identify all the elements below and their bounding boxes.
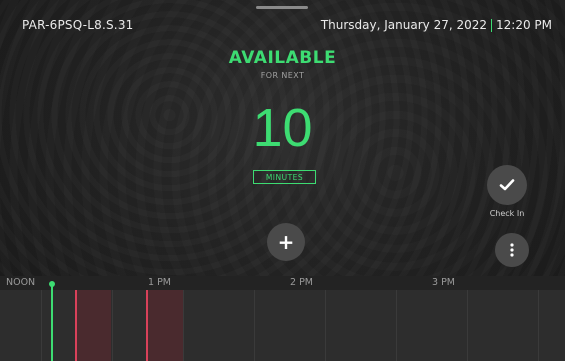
current-date: Thursday, January 27, 2022: [320, 18, 487, 32]
check-icon: [499, 179, 515, 191]
plus-icon: +: [277, 230, 295, 254]
current-time-indicator: [51, 284, 53, 361]
timeline-gridline: [183, 290, 184, 361]
more-options-button[interactable]: [495, 233, 529, 267]
schedule-timeline[interactable]: NOON 1 PM 2 PM 3 PM: [0, 276, 565, 361]
busy-block[interactable]: [76, 290, 111, 361]
timeline-gridline: [396, 290, 397, 361]
timeline-gridline: [112, 290, 113, 361]
room-display-screen: PAR-6PSQ-L8.S.31 Thursday, January 27, 2…: [0, 0, 565, 361]
check-in-button[interactable]: [487, 165, 527, 205]
room-name: PAR-6PSQ-L8.S.31: [22, 18, 134, 32]
for-next-label: FOR NEXT: [260, 71, 305, 80]
busy-block-start-marker: [75, 290, 77, 361]
availability-status: AVAILABLE: [228, 48, 337, 68]
timeline-label-2pm: 2 PM: [290, 277, 313, 288]
add-booking-button[interactable]: +: [267, 223, 305, 261]
current-time-dot: [49, 281, 55, 287]
date-time: Thursday, January 27, 2022 12:20 PM: [321, 18, 552, 32]
available-minutes-count: 10: [252, 98, 313, 158]
timeline-label-noon: NOON: [6, 277, 36, 288]
date-time-separator: [491, 18, 492, 32]
timeline-gridline: [538, 290, 539, 361]
drawer-handle[interactable]: [256, 6, 308, 9]
minutes-unit-label: MINUTES: [253, 170, 316, 184]
timeline-gridline: [325, 290, 326, 361]
busy-block-start-marker: [146, 290, 148, 361]
busy-block[interactable]: [147, 290, 183, 361]
check-in-label: Check In: [489, 209, 525, 218]
more-vertical-icon: [510, 243, 514, 257]
timeline-header: NOON 1 PM 2 PM 3 PM: [0, 276, 565, 290]
timeline-gridline: [254, 290, 255, 361]
current-time: 12:20 PM: [496, 18, 552, 32]
timeline-label-1pm: 1 PM: [148, 277, 171, 288]
timeline-label-3pm: 3 PM: [432, 277, 455, 288]
timeline-gridline: [41, 290, 42, 361]
timeline-gridline: [467, 290, 468, 361]
